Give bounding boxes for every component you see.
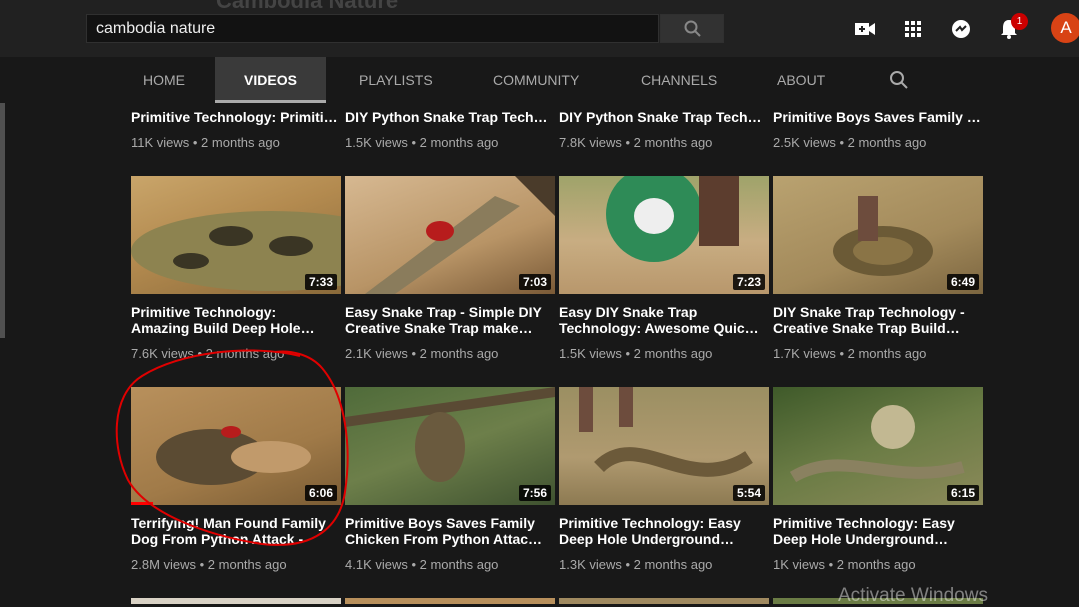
annotation-circle bbox=[115, 349, 349, 546]
